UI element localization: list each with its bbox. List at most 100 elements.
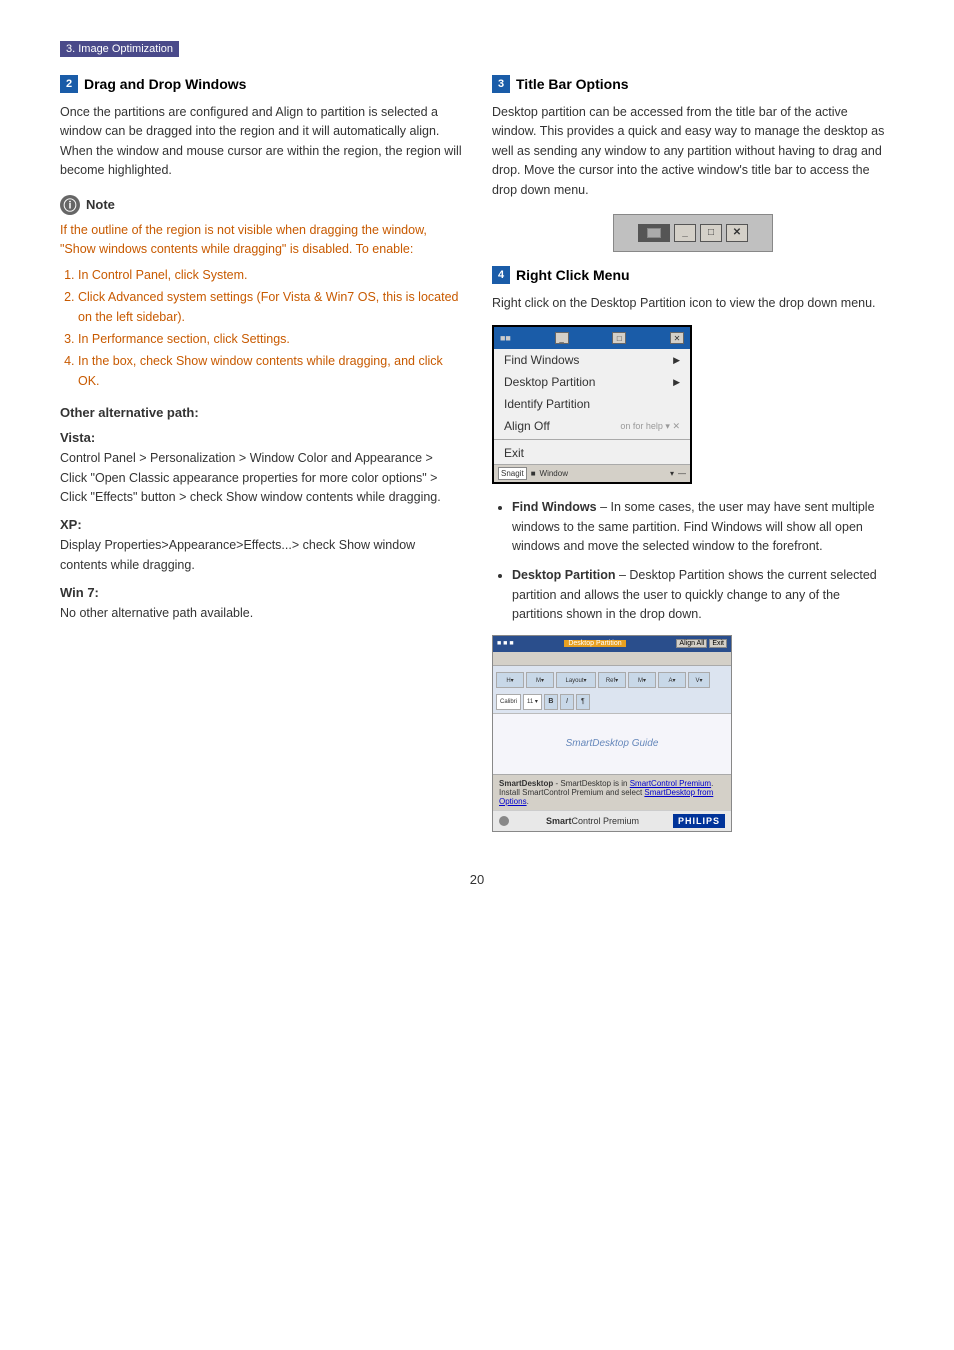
ds-ribbon-btn1: H▾ [496, 672, 524, 688]
ds-titlebar-btns: Align All Exit [676, 639, 727, 648]
section-header-text: 3. Image Optimization [66, 43, 173, 55]
cm-exit[interactable]: Exit [494, 442, 690, 464]
titlebar-mockup: _ □ ✕ [613, 214, 773, 252]
other-path-title: Other alternative path: [60, 405, 462, 420]
cm-identify-partition-label: Identify Partition [504, 397, 590, 411]
cm-align-off[interactable]: Align Off on for help ▾ ✕ [494, 415, 690, 437]
titlebar-minimize-btn: _ [674, 224, 696, 242]
ds-titlebar: ■ ■ ■ Desktop Partition Align All Exit [493, 636, 731, 652]
win7-text: No other alternative path available. [60, 604, 462, 623]
ds-app-name: ■ ■ ■ [497, 640, 514, 647]
cm-help-hint: on for help ▾ ✕ [620, 421, 680, 432]
note-icon: ⓘ [60, 195, 80, 215]
cm-minimize-btn: _ [555, 332, 569, 344]
section3-title-row: 3 Title Bar Options [492, 75, 894, 93]
section4-num: 4 [492, 266, 510, 284]
section2-heading: Drag and Drop Windows [84, 76, 246, 92]
section2-para1: Once the partitions are configured and A… [60, 103, 462, 181]
ds-fontsize: 11 ▾ [523, 694, 542, 710]
note-label: Note [86, 197, 115, 212]
cm-divider [494, 439, 690, 440]
cm-scroll-handle: — [678, 469, 686, 478]
ds-exit: Exit [709, 639, 727, 648]
bullet-item-2: Desktop Partition – Desktop Partition sh… [512, 566, 894, 624]
section-header-bar: 3. Image Optimization [60, 41, 179, 57]
section2-title-row: 2 Drag and Drop Windows [60, 75, 462, 93]
cm-exit-label: Exit [504, 446, 524, 460]
vista-title: Vista: [60, 430, 462, 445]
cm-partition-icon-small: ■ [531, 469, 536, 478]
section4-para1: Right click on the Desktop Partition ico… [492, 294, 894, 313]
left-column: 2 Drag and Drop Windows Once the partiti… [60, 75, 462, 832]
bullet2-title: Desktop Partition [512, 568, 616, 582]
note-orange-text: If the outline of the region is not visi… [60, 221, 462, 260]
bullet-list: Find Windows – In some cases, the user m… [492, 498, 894, 624]
ds-ribbon: H▾ M▾ Layout▾ Ref▾ M▾ A▾ V▾ Calibri 11 ▾… [493, 666, 731, 714]
titlebar-partition-inner [647, 228, 661, 238]
right-column: 3 Title Bar Options Desktop partition ca… [492, 75, 894, 832]
cm-align-off-label: Align Off [504, 419, 550, 433]
section4-title-row: 4 Right Click Menu [492, 266, 894, 284]
cm-header-partition-icon: ■■ [500, 333, 511, 343]
bullet1-title: Find Windows [512, 500, 597, 514]
cm-window-label: Window [540, 469, 568, 478]
section2-num: 2 [60, 75, 78, 93]
cm-identify-partition[interactable]: Identify Partition [494, 393, 690, 415]
desktop-screenshot: ■ ■ ■ Desktop Partition Align All Exit H… [492, 635, 732, 832]
ds-ribbon-btn2: M▾ [526, 672, 554, 688]
page: 3. Image Optimization 2 Drag and Drop Wi… [0, 0, 954, 1350]
ds-smartdesktop-text: SmartDesktop - SmartDesktop is in SmartC… [499, 779, 713, 806]
note-step-1: In Control Panel, click System. [78, 265, 462, 285]
context-menu-header: ■■ _ □ ✕ [494, 327, 690, 349]
right-click-area: ■■ _ □ ✕ Find Windows Desktop Partition … [492, 325, 894, 484]
philips-badge: PHILIPS [673, 814, 725, 828]
ds-partition-panel: Desktop Partition [564, 640, 625, 647]
ds-paragraph: ¶ [576, 694, 590, 710]
ds-ribbon-btn3: Layout▾ [556, 672, 596, 688]
ds-ribbon-btn5: M▾ [628, 672, 656, 688]
ds-ribbon-btn4: Ref▾ [598, 672, 626, 688]
note-step-2: Click Advanced system settings (For Vist… [78, 287, 462, 327]
note-box: ⓘ Note If the outline of the region is n… [60, 195, 462, 392]
section3-para1: Desktop partition can be accessed from t… [492, 103, 894, 200]
cm-bottom-bar: Snagit ■ Window ▾ — [494, 464, 690, 482]
titlebar-maximize-btn: □ [700, 224, 722, 242]
note-step-4: In the box, check Show window contents w… [78, 351, 462, 391]
ds-content: SmartDesktop Guide [493, 714, 731, 774]
ds-calibri: Calibri [496, 694, 521, 710]
ds-sc-icon [499, 816, 509, 826]
section3-num: 3 [492, 75, 510, 93]
ds-guide-text: SmartDesktop Guide [566, 738, 659, 749]
vista-text: Control Panel > Personalization > Window… [60, 449, 462, 507]
cm-desktop-partition-label: Desktop Partition [504, 375, 595, 389]
ds-italic: I [560, 694, 574, 710]
xp-title: XP: [60, 517, 462, 532]
two-column-layout: 2 Drag and Drop Windows Once the partiti… [60, 75, 894, 832]
ds-sc-label: SmartControl Premium [546, 816, 639, 826]
xp-text: Display Properties>Appearance>Effects...… [60, 536, 462, 575]
bullet-item-1: Find Windows – In some cases, the user m… [512, 498, 894, 556]
ds-align-all: Align All [676, 639, 707, 648]
cm-find-windows-label: Find Windows [504, 353, 579, 367]
note-steps-list: In Control Panel, click System. Click Ad… [60, 265, 462, 391]
win7-title: Win 7: [60, 585, 462, 600]
cm-close-btn: ✕ [670, 332, 684, 344]
section4-heading: Right Click Menu [516, 267, 630, 283]
cm-desktop-partition[interactable]: Desktop Partition [494, 371, 690, 393]
ds-ribbon-btn7: V▾ [688, 672, 710, 688]
ds-footer: SmartDesktop - SmartDesktop is in SmartC… [493, 774, 731, 810]
ds-bold: B [544, 694, 558, 710]
cm-find-windows[interactable]: Find Windows [494, 349, 690, 371]
titlebar-close-btn: ✕ [726, 224, 748, 242]
ds-ribbon-btn6: A▾ [658, 672, 686, 688]
note-title: ⓘ Note [60, 195, 462, 215]
page-number: 20 [60, 872, 894, 887]
cm-maximize-btn: □ [612, 332, 626, 344]
ds-smartcontrol-row: SmartControl Premium PHILIPS [493, 810, 731, 831]
cm-scroll-icon: ▾ [670, 469, 674, 478]
context-menu: ■■ _ □ ✕ Find Windows Desktop Partition … [492, 325, 692, 484]
cm-snagit-label: Snagit [498, 467, 527, 480]
section3-heading: Title Bar Options [516, 76, 629, 92]
note-step-3: In Performance section, click Settings. [78, 329, 462, 349]
ds-toolbar [493, 652, 731, 666]
